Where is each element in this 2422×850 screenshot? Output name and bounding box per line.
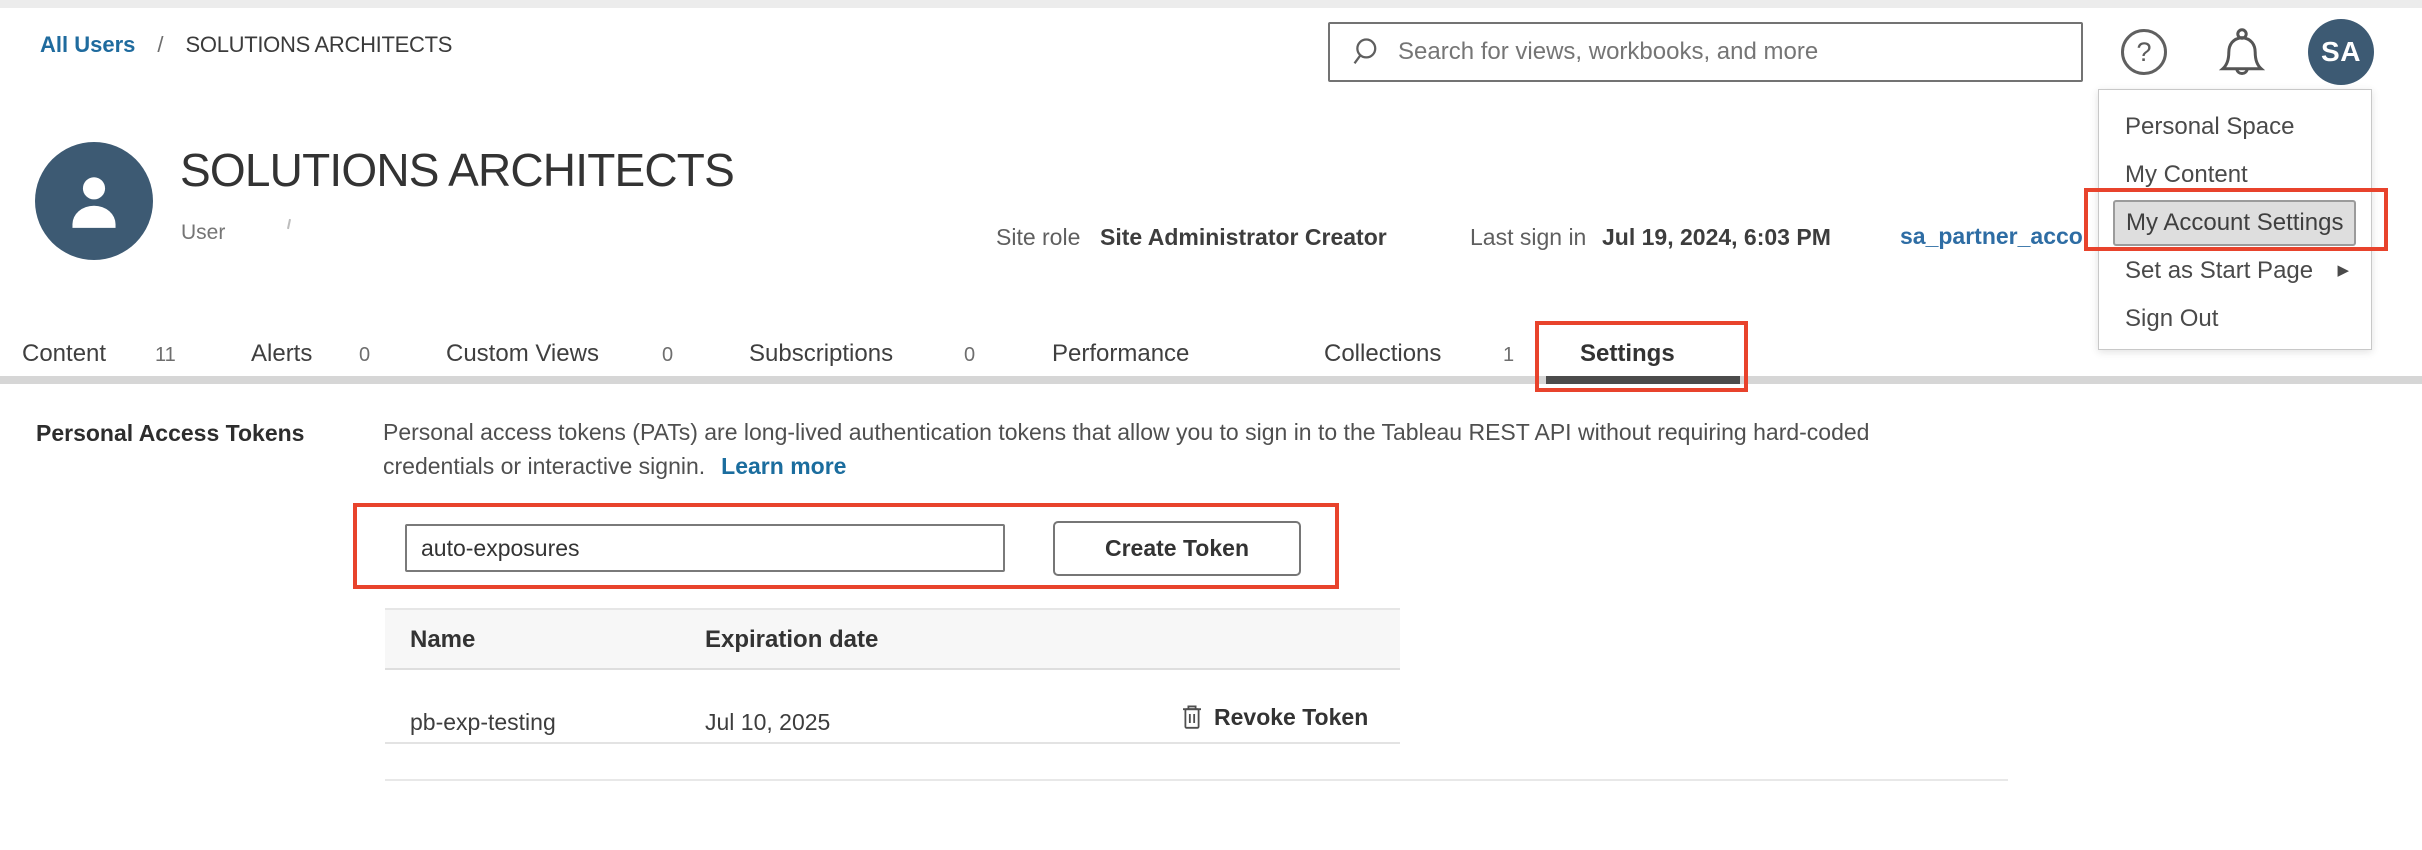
token-name-input[interactable]: [405, 524, 1005, 572]
last-sign-in-label: Last sign in: [1470, 224, 1586, 251]
breadcrumb-all-users-link[interactable]: All Users: [40, 32, 135, 58]
create-token-button[interactable]: Create Token: [1053, 521, 1301, 576]
tab-content-count[interactable]: 11: [155, 344, 176, 367]
tab-content[interactable]: Content: [22, 340, 106, 368]
tab-alerts-count[interactable]: 0: [359, 344, 370, 367]
submenu-arrow-icon: ▶: [2337, 247, 2349, 295]
tab-alerts[interactable]: Alerts: [251, 340, 312, 368]
revoke-token-label: Revoke Token: [1214, 704, 1368, 731]
profile-avatar: [35, 142, 153, 260]
search-icon: [1350, 35, 1384, 69]
top-strip: [0, 0, 2422, 8]
tab-collections-count[interactable]: 1: [1503, 344, 1514, 367]
user-avatar-button[interactable]: SA: [2308, 19, 2374, 85]
menu-item-sign-out[interactable]: Sign Out: [2099, 295, 2371, 343]
search-box[interactable]: [1328, 22, 2083, 82]
menu-item-personal-space[interactable]: Personal Space: [2099, 103, 2371, 151]
notifications-bell-icon[interactable]: [2216, 26, 2268, 80]
pat-description-line1: Personal access tokens (PATs) are long-l…: [383, 419, 1869, 446]
page-title: SOLUTIONS ARCHITECTS: [180, 143, 734, 197]
column-header-expiration: Expiration date: [705, 626, 878, 654]
tableau-user-settings-page: All Users / SOLUTIONS ARCHITECTS ? SA Pe…: [0, 0, 2422, 850]
tab-collections[interactable]: Collections: [1324, 340, 1441, 368]
edit-mark: [287, 219, 291, 229]
tab-performance[interactable]: Performance: [1052, 340, 1189, 368]
site-role-label: Site role: [996, 224, 1080, 251]
breadcrumb-separator: /: [157, 32, 163, 58]
token-table-header: [385, 608, 1400, 670]
tab-bar: [0, 376, 2422, 384]
user-dropdown-menu: Personal Space My Content My Account Set…: [2098, 89, 2372, 350]
tab-custom-views[interactable]: Custom Views: [446, 340, 599, 368]
help-icon[interactable]: ?: [2121, 29, 2167, 75]
tab-subscriptions[interactable]: Subscriptions: [749, 340, 893, 368]
breadcrumb: All Users / SOLUTIONS ARCHITECTS: [40, 32, 452, 58]
last-sign-in-value: Jul 19, 2024, 6:03 PM: [1602, 224, 1831, 251]
site-role-value: Site Administrator Creator: [1100, 224, 1387, 251]
pat-section-label: Personal Access Tokens: [36, 420, 304, 447]
username-link[interactable]: sa_partner_accou: [1900, 223, 2086, 250]
search-input[interactable]: [1396, 31, 2081, 73]
learn-more-link[interactable]: Learn more: [721, 453, 846, 479]
tab-custom-views-count[interactable]: 0: [662, 344, 673, 367]
token-name-cell: pb-exp-testing: [410, 709, 556, 736]
section-divider: [385, 779, 2008, 781]
menu-item-set-as-start-page-label: Set as Start Page: [2125, 257, 2313, 284]
token-expiration-cell: Jul 10, 2025: [705, 709, 830, 736]
person-icon: [56, 163, 132, 239]
menu-item-my-account-settings[interactable]: My Account Settings: [2113, 200, 2356, 246]
pat-description-line2: credentials or interactive signin. Learn …: [383, 453, 846, 480]
tab-settings[interactable]: Settings: [1580, 340, 1675, 368]
column-header-name: Name: [410, 626, 475, 654]
pat-description-line2-text: credentials or interactive signin.: [383, 453, 705, 479]
tab-subscriptions-count[interactable]: 0: [964, 344, 975, 367]
active-tab-underline: [1546, 376, 1740, 384]
revoke-token-button[interactable]: Revoke Token: [1180, 702, 1368, 732]
breadcrumb-current: SOLUTIONS ARCHITECTS: [186, 32, 453, 58]
menu-item-my-content[interactable]: My Content: [2099, 151, 2371, 199]
trash-icon: [1180, 702, 1204, 732]
menu-item-set-as-start-page[interactable]: Set as Start Page ▶: [2099, 247, 2371, 295]
user-type-label: User: [181, 221, 225, 245]
